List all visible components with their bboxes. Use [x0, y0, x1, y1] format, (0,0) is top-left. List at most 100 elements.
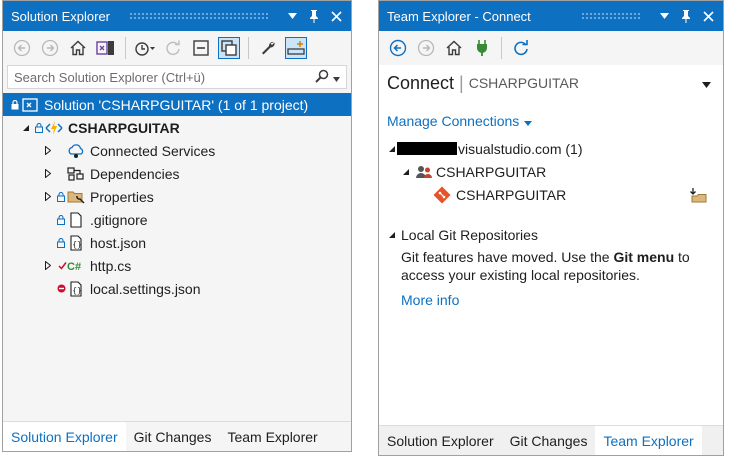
json-file-icon: {} — [67, 280, 85, 298]
search-options-arrow-icon[interactable] — [333, 70, 340, 85]
home-icon[interactable] — [443, 37, 465, 59]
close-icon[interactable] — [699, 7, 717, 25]
tree-item-label: Connected Services — [90, 142, 216, 159]
expand-triangle-icon[interactable] — [43, 192, 53, 202]
json-file-icon: {} — [67, 234, 85, 252]
dropdown-arrow-icon[interactable] — [655, 7, 673, 25]
team-explorer-panel: Team Explorer - Connect Connect | CSHARP… — [378, 0, 724, 456]
sync-icon[interactable] — [162, 37, 184, 59]
svg-text:{}: {} — [72, 240, 82, 249]
connect-header: Connect | CSHARPGUITAR — [387, 65, 715, 101]
tree-node-http-cs[interactable]: C# http.cs — [3, 254, 351, 277]
dropdown-arrow-icon[interactable] — [283, 7, 301, 25]
tree-node-local-settings[interactable]: {} local.settings.json — [3, 277, 351, 300]
pin-icon[interactable] — [677, 7, 695, 25]
manage-connections-arrow-icon[interactable] — [524, 113, 533, 129]
tree-item-label: Properties — [90, 188, 154, 205]
tab-git-changes[interactable]: Git Changes — [502, 426, 596, 455]
tree-node-solution[interactable]: Solution 'CSHARPGUITAR' (1 of 1 project) — [3, 93, 351, 116]
solution-explorer-panel: Solution Explorer Search Solution Explor… — [2, 0, 352, 452]
solution-explorer-titlebar[interactable]: Solution Explorer — [3, 1, 351, 31]
collapse-triangle-icon[interactable] — [387, 230, 397, 240]
toolbar-separator — [248, 37, 249, 59]
tree-item-label: local.settings.json — [90, 280, 201, 297]
manage-connections-link[interactable]: Manage Connections — [387, 113, 519, 129]
collection-node[interactable]: CSHARPGUITAR — [387, 160, 715, 183]
expand-triangle-icon[interactable] — [43, 169, 53, 179]
checkmark-icon — [57, 257, 67, 275]
lock-icon — [57, 214, 67, 225]
pending-changes-filter-icon[interactable] — [134, 37, 156, 59]
preview-selected-items-icon[interactable] — [285, 37, 307, 59]
tree-item-label: Dependencies — [90, 165, 180, 182]
back-icon[interactable] — [387, 37, 409, 59]
properties-wrench-icon[interactable] — [257, 37, 279, 59]
drag-grip[interactable] — [581, 12, 641, 20]
solution-label: Solution 'CSHARPGUITAR' (1 of 1 project) — [44, 96, 309, 113]
refresh-icon[interactable] — [510, 37, 532, 59]
forward-icon[interactable] — [415, 37, 437, 59]
solution-explorer-search-box[interactable]: Search Solution Explorer (Ctrl+ü) — [7, 65, 347, 89]
local-git-repos-header[interactable]: Local Git Repositories — [387, 223, 715, 246]
search-input[interactable]: Search Solution Explorer (Ctrl+ü) — [14, 70, 315, 85]
lock-icon — [11, 99, 21, 110]
pin-icon[interactable] — [305, 7, 323, 25]
home-icon[interactable] — [67, 37, 89, 59]
tree-node-dependencies[interactable]: Dependencies — [3, 162, 351, 185]
solution-explorer-tabs: Solution Explorer Git Changes Team Explo… — [3, 421, 351, 451]
show-all-files-icon[interactable] — [218, 37, 240, 59]
tree-node-host-json[interactable]: {} host.json — [3, 231, 351, 254]
clone-repo-icon[interactable] — [689, 186, 707, 204]
collapse-triangle-icon[interactable] — [21, 123, 31, 133]
dependencies-icon — [67, 165, 85, 183]
repository-label: CSHARPGUITAR — [456, 186, 567, 203]
collapse-triangle-icon[interactable] — [401, 167, 411, 177]
toolbar-separator — [125, 37, 126, 59]
tab-git-changes[interactable]: Git Changes — [126, 422, 220, 451]
excluded-icon — [57, 284, 67, 293]
tree-node-properties[interactable]: Properties — [3, 185, 351, 208]
page-dropdown-arrow-icon[interactable] — [702, 76, 711, 91]
current-project: CSHARPGUITAR — [468, 75, 579, 91]
team-explorer-titlebar[interactable]: Team Explorer - Connect — [379, 1, 723, 31]
search-icon[interactable] — [315, 69, 329, 86]
tree-node-project[interactable]: CSHARPGUITAR — [3, 116, 351, 139]
git-menu-emphasis: Git menu — [613, 249, 675, 265]
svg-text:{}: {} — [72, 286, 82, 295]
more-info-row: More info — [387, 288, 715, 311]
drag-grip[interactable] — [129, 12, 269, 20]
expand-triangle-icon[interactable] — [43, 261, 53, 271]
solution-icon — [21, 96, 39, 114]
properties-folder-icon — [67, 188, 85, 206]
panel-title: Solution Explorer — [11, 8, 110, 24]
forward-icon[interactable] — [39, 37, 61, 59]
tree-node-gitignore[interactable]: .gitignore — [3, 208, 351, 231]
collapse-triangle-icon[interactable] — [387, 144, 397, 154]
tab-solution-explorer[interactable]: Solution Explorer — [379, 426, 502, 455]
collection-label: CSHARPGUITAR — [436, 163, 547, 180]
switch-views-icon[interactable] — [95, 37, 117, 59]
close-icon[interactable] — [327, 7, 345, 25]
more-info-link[interactable]: More info — [401, 292, 459, 308]
tree-item-label: http.cs — [90, 257, 132, 274]
tab-team-explorer[interactable]: Team Explorer — [595, 426, 702, 455]
team-project-icon — [415, 163, 433, 181]
git-msg-text: Git features have moved. Use the — [401, 249, 614, 265]
tab-solution-explorer[interactable]: Solution Explorer — [3, 422, 126, 451]
manage-connections-row[interactable]: Manage Connections — [387, 109, 715, 132]
connected-services-icon — [67, 142, 85, 160]
repository-node[interactable]: CSHARPGUITAR — [387, 183, 715, 206]
connect-plug-icon[interactable] — [471, 37, 493, 59]
toolbar-separator — [501, 37, 502, 59]
tab-team-explorer[interactable]: Team Explorer — [219, 422, 325, 451]
collapse-all-icon[interactable] — [190, 37, 212, 59]
git-moved-message: Git features have moved. Use the Git men… — [387, 248, 715, 284]
lock-icon — [35, 122, 45, 133]
back-icon[interactable] — [11, 37, 33, 59]
server-node[interactable]: visualstudio.com (1) — [387, 137, 715, 160]
file-icon — [67, 211, 85, 229]
csharp-file-icon: C# — [67, 257, 85, 275]
expand-triangle-icon[interactable] — [43, 146, 53, 156]
team-explorer-tabs: Solution Explorer Git Changes Team Explo… — [379, 425, 723, 455]
tree-node-connected-services[interactable]: Connected Services — [3, 139, 351, 162]
